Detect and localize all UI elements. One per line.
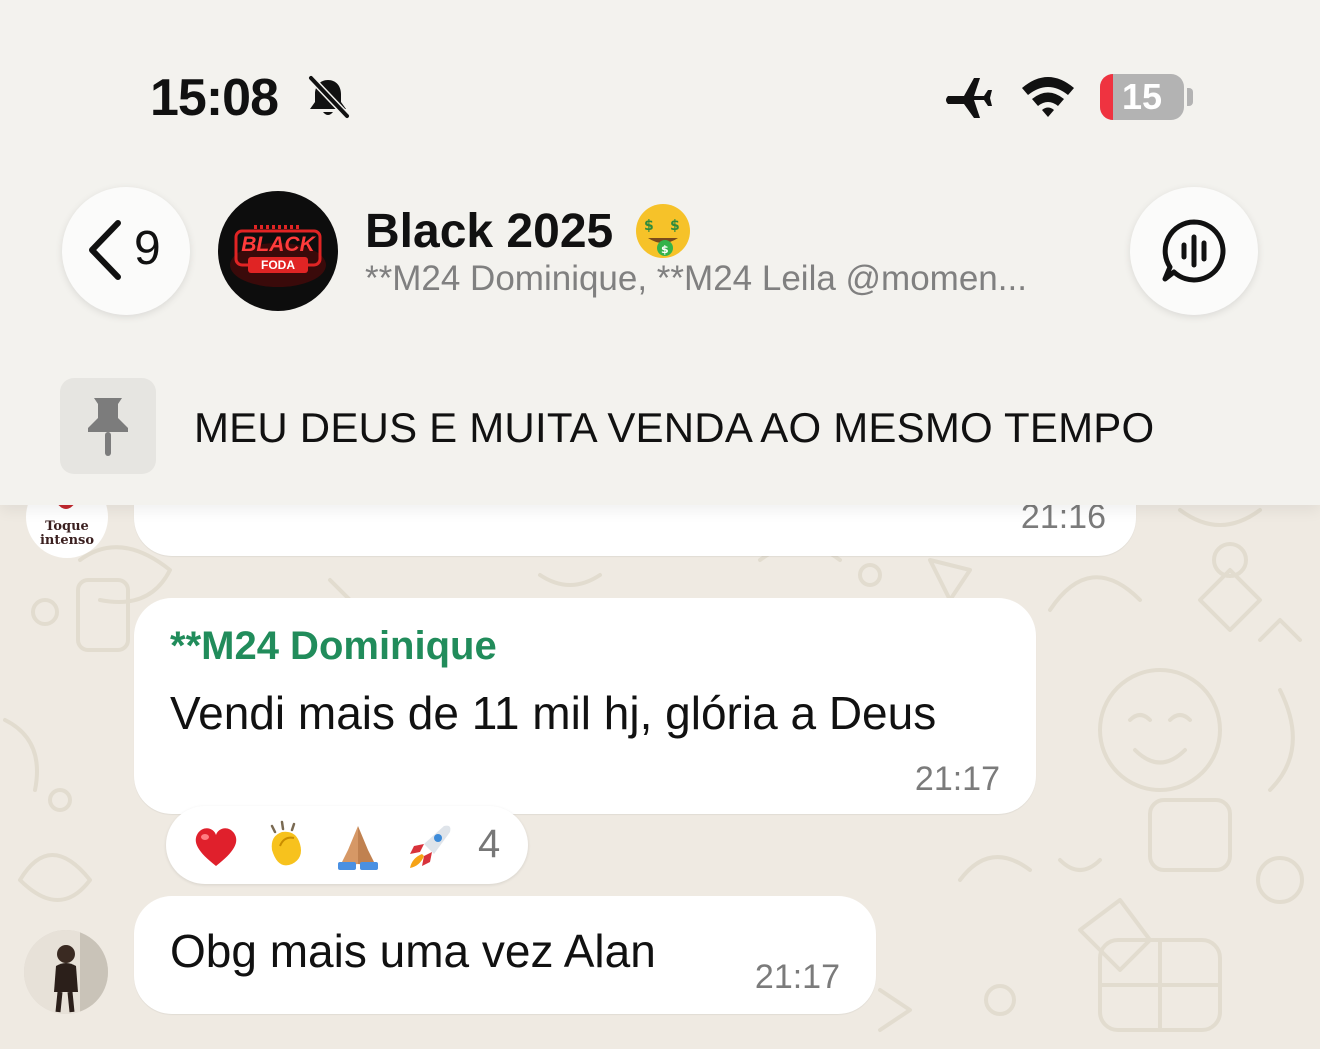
- pinned-message-text[interactable]: MEU DEUS E MUITA VENDA AO MESMO TEMPO: [194, 404, 1154, 452]
- message-text: Obg mais uma vez Alan: [170, 925, 656, 977]
- message-text: Vendi mais de 11 mil hj, glória a Deus: [170, 687, 937, 739]
- message-time: 21:17: [754, 958, 840, 996]
- avatar-logo-subtext: FODA: [261, 258, 295, 272]
- battery-tip: [1187, 88, 1193, 106]
- group-avatar[interactable]: BLACK FODA: [218, 191, 338, 311]
- bell-slash-icon: [308, 75, 350, 119]
- reaction-count: 4: [478, 822, 501, 866]
- sender-avatar[interactable]: [24, 930, 108, 1014]
- voice-chat-button[interactable]: [1130, 187, 1258, 315]
- avatar-label-line2: intenso: [39, 533, 95, 548]
- airplane-icon: [946, 78, 992, 118]
- chevron-left-icon: [89, 220, 121, 280]
- unread-count: 9: [134, 222, 161, 275]
- avatar-label-line1: Toque: [45, 519, 89, 534]
- message-bubble[interactable]: Obg mais uma vez Alan 21:17: [134, 896, 876, 1014]
- message-bubble[interactable]: **M24 Dominique Vendi mais de 11 mil hj,…: [134, 598, 1036, 814]
- chat-header-panel: 15:08 15 9 BLACK FODA Black 2025 $ $ $ *…: [0, 0, 1320, 505]
- svg-text:$: $: [661, 243, 669, 256]
- back-button[interactable]: 9: [62, 187, 190, 315]
- clapping-hands-icon: [270, 820, 301, 866]
- group-members-subtitle[interactable]: **M24 Dominique, **M24 Leila @momen...: [365, 259, 1085, 299]
- red-heart-icon: [195, 828, 237, 866]
- message-time: 21:17: [914, 760, 1000, 798]
- status-time: 15:08: [150, 69, 279, 127]
- svg-text:$: $: [644, 218, 654, 234]
- battery-level: 15: [1121, 76, 1163, 117]
- rocket-icon: [410, 825, 451, 868]
- sender-name[interactable]: **M24 Dominique: [170, 624, 497, 669]
- wifi-icon: [1022, 77, 1074, 117]
- group-title[interactable]: Black 2025: [365, 204, 613, 259]
- svg-text:$: $: [670, 218, 680, 234]
- pinned-message-icon-box[interactable]: [60, 378, 156, 474]
- folded-hands-icon: [338, 826, 378, 870]
- avatar-logo-text: BLACK: [241, 233, 315, 256]
- battery-icon: 15: [1100, 74, 1184, 120]
- money-mouth-face-icon: $ $ $: [636, 204, 690, 258]
- pin-icon: [88, 398, 128, 456]
- reactions-pill[interactable]: 4: [166, 806, 528, 884]
- voice-chat-icon: [1162, 219, 1226, 283]
